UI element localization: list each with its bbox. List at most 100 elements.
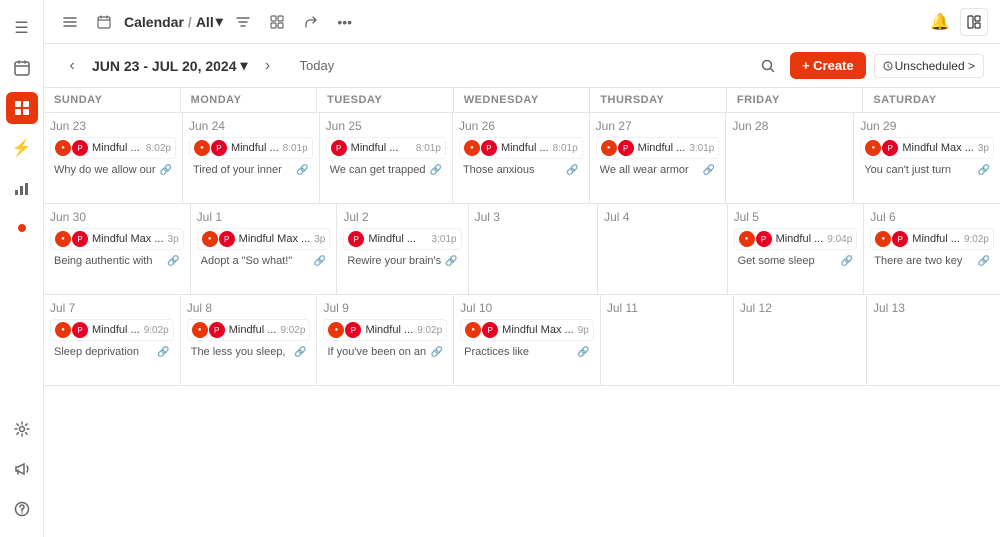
pinterest-icon: P bbox=[72, 231, 88, 247]
day-cell: Jun 25PMindful ...8:01pWe can get trappe… bbox=[320, 113, 453, 203]
link-icon[interactable]: 🔗 bbox=[431, 347, 443, 358]
filter-icon[interactable] bbox=[229, 8, 257, 36]
link-icon[interactable]: 🔗 bbox=[703, 165, 715, 176]
search-button[interactable] bbox=[754, 52, 782, 80]
calendar-event[interactable]: ●PMindful ...9:02p bbox=[187, 319, 311, 341]
calendar-event[interactable]: ●PMindful Max ...9p bbox=[460, 319, 594, 341]
calendar-event[interactable]: ●PMindful ...8:01p bbox=[189, 137, 313, 159]
all-filter[interactable]: All ▾ bbox=[196, 13, 223, 30]
event-icons: P bbox=[331, 140, 347, 156]
link-icon[interactable]: 🔗 bbox=[296, 165, 308, 176]
day-number: Jul 5 bbox=[734, 210, 858, 224]
link-icon[interactable]: 🔗 bbox=[157, 347, 169, 358]
create-button[interactable]: + Create bbox=[790, 52, 866, 79]
event-title: Mindful Max ... bbox=[239, 233, 311, 245]
pinterest-icon: P bbox=[211, 140, 227, 156]
note-text: There are two key bbox=[874, 255, 973, 267]
pinterest-icon: P bbox=[348, 231, 364, 247]
link-icon[interactable]: 🔗 bbox=[978, 165, 990, 176]
calendar-event[interactable]: ●PMindful ...3:01p bbox=[596, 137, 720, 159]
calendar-event[interactable]: PMindful ...8:01p bbox=[326, 137, 446, 159]
day-cell: Jun 27 ●PMindful ...3:01p We all wear armo… bbox=[590, 113, 727, 203]
event-title: Mindful ... bbox=[501, 142, 549, 154]
link-icon[interactable]: 🔗 bbox=[294, 347, 306, 358]
more-icon[interactable]: ••• bbox=[331, 8, 359, 36]
sidebar-lightning-icon[interactable]: ⚡ bbox=[6, 132, 38, 164]
day-cell: Jul 12 bbox=[734, 295, 867, 385]
pinterest-icon: P bbox=[481, 140, 497, 156]
sidebar-menu-icon[interactable]: ☰ bbox=[6, 12, 38, 44]
calendar-note: Adopt a "So what!" 🔗 bbox=[197, 253, 331, 269]
calendar-header: SUNDAY MONDAY TUESDAY WEDNESDAY THURSDAY… bbox=[44, 88, 1000, 113]
header-saturday: SATURDAY bbox=[863, 88, 1000, 112]
day-number: Jul 1 bbox=[197, 210, 331, 224]
link-icon[interactable]: 🔗 bbox=[577, 347, 589, 358]
note-text: The less you sleep, bbox=[191, 346, 290, 358]
link-icon[interactable]: 🔗 bbox=[841, 256, 853, 267]
date-range[interactable]: JUN 23 - JUL 20, 2024 ▾ bbox=[92, 57, 248, 74]
calendar-event[interactable]: ●PMindful ...9:02p bbox=[50, 319, 174, 341]
calendar-event[interactable]: ●PMindful ...8:02p bbox=[50, 137, 176, 159]
calendar-event[interactable]: PMindful ...3:01p bbox=[343, 228, 461, 250]
link-icon[interactable]: 🔗 bbox=[978, 256, 990, 267]
day-number: Jun 27 bbox=[596, 119, 720, 133]
event-time: 8:01p bbox=[283, 143, 308, 154]
event-icons: ●P bbox=[55, 322, 88, 338]
calendar-note: If you've been on an🔗 bbox=[323, 344, 447, 360]
link-icon[interactable]: 🔗 bbox=[445, 256, 457, 267]
link-icon[interactable]: 🔗 bbox=[160, 165, 172, 176]
event-icons: ●P bbox=[875, 231, 908, 247]
note-text: You can't just turn bbox=[864, 164, 973, 176]
event-icons: P bbox=[348, 231, 364, 247]
pinterest-icon: P bbox=[756, 231, 772, 247]
topbar: Calendar / All ▾ ••• 🔔 bbox=[44, 0, 1000, 44]
pinterest-icon: P bbox=[618, 140, 634, 156]
source-icon: ● bbox=[194, 140, 210, 156]
event-icons: ●P bbox=[464, 140, 497, 156]
layout-toggle-icon[interactable] bbox=[960, 8, 988, 36]
sidebar-megaphone-icon[interactable] bbox=[6, 453, 38, 485]
link-icon[interactable]: 🔗 bbox=[429, 165, 441, 176]
all-label: All bbox=[196, 14, 214, 30]
sidebar-calendar-icon[interactable] bbox=[6, 52, 38, 84]
unscheduled-button[interactable]: Unscheduled > bbox=[874, 54, 984, 78]
event-title: Mindful ... bbox=[776, 233, 824, 245]
calendar-event[interactable]: ●PMindful Max ...3p bbox=[197, 228, 331, 250]
calendar-icon-small bbox=[90, 8, 118, 36]
note-text: Tired of your inner bbox=[193, 164, 292, 176]
share-icon[interactable] bbox=[297, 8, 325, 36]
link-icon[interactable]: 🔗 bbox=[314, 256, 326, 267]
day-number: Jul 2 bbox=[343, 210, 461, 224]
calendar-event[interactable]: ●PMindful Max ...3p bbox=[860, 137, 994, 159]
sidebar-help-icon[interactable] bbox=[6, 493, 38, 525]
next-button[interactable]: › bbox=[256, 54, 280, 78]
calendar-event[interactable]: ●PMindful Max ...3p bbox=[50, 228, 184, 250]
grid-view-icon[interactable] bbox=[263, 8, 291, 36]
today-button[interactable]: Today bbox=[292, 54, 343, 77]
sidebar-chart-icon[interactable] bbox=[6, 172, 38, 204]
day-number: Jul 9 bbox=[323, 301, 447, 315]
note-text: We all wear armor bbox=[600, 164, 699, 176]
calendar-event[interactable]: ●PMindful ...9:04p bbox=[734, 228, 858, 250]
calendar-event[interactable]: ●PMindful ...8:01p bbox=[459, 137, 583, 159]
note-text: Adopt a "So what!" bbox=[201, 255, 310, 267]
pinterest-icon: P bbox=[331, 140, 347, 156]
prev-button[interactable]: ‹ bbox=[60, 54, 84, 78]
link-icon[interactable]: 🔗 bbox=[167, 256, 179, 267]
header-thursday: THURSDAY bbox=[590, 88, 727, 112]
hamburger-icon[interactable] bbox=[56, 8, 84, 36]
sidebar-settings-icon[interactable] bbox=[6, 413, 38, 445]
calendar-note: Those anxious🔗 bbox=[459, 162, 583, 178]
day-number: Jul 6 bbox=[870, 210, 994, 224]
sidebar-active-icon[interactable] bbox=[6, 92, 38, 124]
bell-icon[interactable]: 🔔 bbox=[930, 12, 950, 32]
calendar-event[interactable]: ●PMindful ...9:02p bbox=[870, 228, 994, 250]
event-icons: ●P bbox=[328, 322, 361, 338]
event-time: 3:01p bbox=[689, 143, 714, 154]
calendar-event[interactable]: ●PMindful ...9:02p bbox=[323, 319, 447, 341]
header-wednesday: WEDNESDAY bbox=[454, 88, 591, 112]
link-icon[interactable]: 🔗 bbox=[566, 165, 578, 176]
day-cell: Jun 30●PMindful Max ...3pBeing authentic… bbox=[44, 204, 191, 294]
event-icons: ●P bbox=[192, 322, 225, 338]
event-title: Mindful Max ... bbox=[92, 233, 164, 245]
